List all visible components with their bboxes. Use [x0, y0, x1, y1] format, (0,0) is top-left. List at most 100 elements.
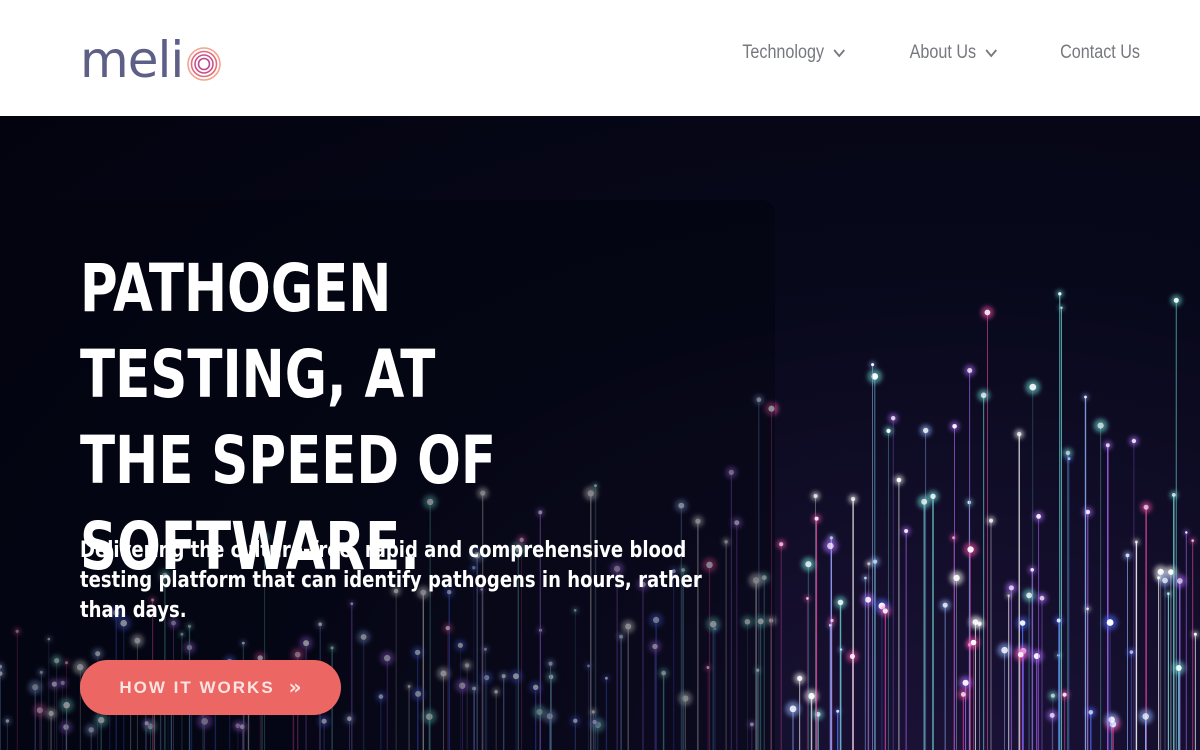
light-tip: [789, 705, 797, 713]
light-tip: [1008, 585, 1015, 591]
light-tip: [837, 599, 844, 606]
light-tip: [980, 392, 987, 399]
light-tip: [930, 493, 936, 499]
light-tip: [1125, 553, 1130, 558]
light-tip: [827, 542, 834, 550]
light-tip: [1065, 450, 1071, 456]
light-tip: [849, 653, 856, 660]
light-tip: [953, 574, 960, 582]
light-tip: [1062, 692, 1067, 697]
light-tip: [779, 542, 784, 547]
light-tip: [1001, 646, 1008, 654]
nav-item-label: Contact Us: [1060, 42, 1140, 63]
chevron-down-icon: [833, 49, 845, 58]
hero-section: PATHOGEN TESTING, AT THE SPEED OF SOFTWA…: [0, 116, 1200, 750]
light-tip: [1085, 509, 1091, 515]
chevron-down-icon: [985, 49, 997, 58]
light-tip: [1142, 713, 1149, 720]
light-tip: [839, 648, 843, 651]
light-tip: [1029, 383, 1037, 391]
light-tip: [1168, 569, 1174, 575]
light-tip: [896, 477, 902, 483]
light-tip: [1176, 578, 1183, 584]
light-tip: [1157, 568, 1164, 575]
light-tip: [864, 576, 867, 580]
light-tip: [1039, 595, 1045, 601]
light-tip: [865, 596, 872, 603]
light-tip: [1097, 422, 1104, 429]
light-tip: [1171, 493, 1176, 497]
nav-item-about-us[interactable]: About Us: [909, 42, 998, 64]
light-tip: [1058, 292, 1062, 296]
how-it-works-button[interactable]: HOW IT WORKS »: [80, 660, 341, 715]
light-tip: [806, 597, 809, 600]
light-tip: [962, 679, 969, 686]
nav-item-contact-us[interactable]: Contact Us: [1060, 42, 1140, 64]
light-tip: [1143, 504, 1149, 510]
light-tip: [984, 309, 991, 316]
light-tip: [904, 529, 909, 533]
light-tip: [1173, 297, 1179, 303]
light-tip: [1185, 531, 1188, 534]
light-tip: [1108, 716, 1115, 723]
light-tip: [1191, 539, 1194, 542]
light-tip: [1007, 594, 1010, 597]
light-tip: [967, 500, 971, 505]
light-tip: [1167, 592, 1170, 595]
light-tip: [989, 518, 993, 523]
light-tip: [1036, 514, 1041, 519]
light-tip: [1019, 620, 1026, 626]
nav-item-label: About Us: [909, 42, 976, 63]
light-tip: [851, 496, 856, 502]
light-tip: [1050, 693, 1055, 698]
site-header: meli Technology About Us Contact Us: [0, 0, 1200, 116]
light-tip: [977, 621, 982, 626]
light-tip: [882, 608, 888, 614]
nav-item-technology[interactable]: Technology: [742, 42, 846, 64]
melio-logo[interactable]: meli: [80, 34, 222, 86]
light-tip: [1086, 607, 1089, 611]
light-tip: [867, 562, 871, 566]
light-tip: [1056, 618, 1061, 623]
light-tip: [1017, 431, 1022, 437]
light-tip: [886, 428, 891, 433]
light-tip: [1049, 712, 1055, 718]
cta-label: HOW IT WORKS: [119, 677, 275, 697]
hero-subtext: Delivering the culture-free, rapid and c…: [80, 538, 702, 623]
light-tip: [1017, 651, 1024, 658]
light-tip: [1105, 443, 1110, 448]
light-tip: [808, 692, 815, 700]
light-tip: [1030, 568, 1034, 572]
light-tip: [967, 546, 974, 553]
light-tip: [871, 363, 875, 367]
main-nav: Technology About Us Contact Us: [724, 42, 1140, 64]
light-tip: [1129, 650, 1134, 654]
light-tip: [836, 709, 840, 713]
light-tip: [952, 424, 957, 429]
light-tip: [1060, 306, 1063, 309]
light-tip: [1162, 577, 1168, 584]
light-tip: [805, 561, 812, 568]
light-tip: [1131, 438, 1137, 444]
light-tip: [1067, 457, 1071, 461]
light-tip: [891, 416, 896, 421]
light-tip: [1157, 576, 1161, 580]
logo-rings-icon: [187, 47, 222, 81]
light-tip: [797, 675, 803, 682]
light-tip: [923, 427, 929, 434]
light-tip: [1135, 540, 1138, 544]
light-tip: [813, 494, 818, 498]
nav-item-label: Technology: [742, 42, 824, 63]
light-tip: [1088, 710, 1094, 715]
light-tip: [1193, 632, 1197, 636]
light-tip: [1084, 395, 1087, 399]
light-tip: [814, 516, 819, 521]
light-tip: [921, 498, 928, 505]
logo-text: meli: [80, 31, 184, 89]
double-chevron-right-icon: »: [288, 674, 302, 699]
light-tip: [1026, 592, 1032, 599]
light-tip: [942, 602, 948, 608]
light-tip: [970, 639, 977, 646]
light-tip: [967, 368, 973, 373]
light-tip: [960, 692, 966, 697]
